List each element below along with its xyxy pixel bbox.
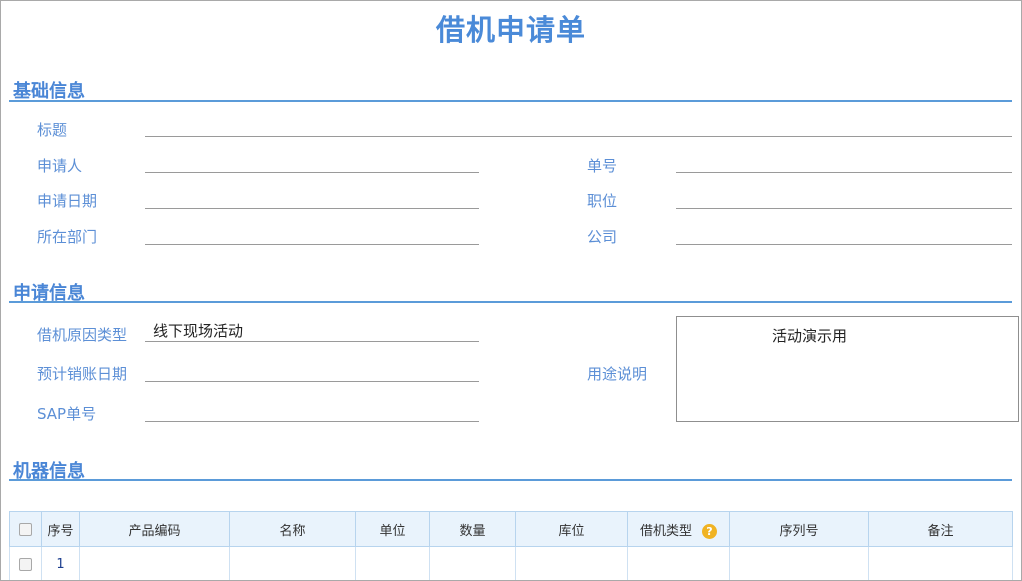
column-header-label: 借机类型 [639,523,692,539]
applicant-label: 申请人 [37,157,83,175]
column-header: 备注 [868,511,1013,547]
help-icon[interactable]: ? [702,523,717,539]
position-field[interactable] [676,187,1012,209]
department-field[interactable] [145,223,479,245]
borrow-type-cell[interactable] [627,546,730,580]
sap-field[interactable] [145,400,479,422]
title-field[interactable] [145,115,1012,137]
applicant-field[interactable] [145,151,479,173]
company-field[interactable] [676,223,1012,245]
column-header: 单位 [355,511,430,547]
apply-date-label: 申请日期 [37,192,98,210]
column-header: 序列号 [729,511,869,547]
form-title: 借机申请单 [435,13,586,47]
column-header: 产品编码 [79,511,230,547]
row-checkbox[interactable] [9,546,42,580]
table-header-row: 序号 产品编码 名称 单位 数量 库位 借机类型? 序列号 备注 [9,511,1013,547]
apply-date-field[interactable] [145,187,479,209]
column-header: 名称 [229,511,356,547]
product-code-cell[interactable] [79,546,230,580]
title-label: 标题 [37,121,68,139]
usage-label: 用途说明 [587,365,648,383]
location-cell[interactable] [515,546,628,580]
position-label: 职位 [587,192,618,210]
checkbox-icon [19,522,32,536]
company-label: 公司 [587,228,618,246]
remark-cell[interactable] [868,546,1013,580]
section-apply-divider [9,301,1012,303]
quantity-cell[interactable] [429,546,516,580]
column-header: 库位 [515,511,628,547]
write-off-date-label: 预计销账日期 [37,365,128,383]
select-all-checkbox[interactable] [9,511,42,547]
department-label: 所在部门 [37,228,98,246]
order-no-label: 单号 [587,157,618,175]
usage-textarea[interactable]: 活动演示用 [676,316,1019,422]
section-basic-divider [9,100,1012,102]
reason-type-label: 借机原因类型 [37,326,128,344]
order-no-field[interactable] [676,151,1012,173]
column-header-borrow-type: 借机类型? [627,511,730,547]
usage-text: 活动演示用 [772,327,848,345]
unit-cell[interactable] [355,546,430,580]
column-header: 数量 [429,511,516,547]
serial-number-cell[interactable] [729,546,869,580]
reason-type-field[interactable]: 线下现场活动 [145,320,479,342]
form-window: 借机申请单 基础信息 标题 申请人 单号 申请日期 职位 所在部门 公司 申请信… [0,0,1022,581]
table-row: 1 [9,546,1013,580]
checkbox-icon [19,557,32,571]
column-header: 序号 [41,511,80,547]
name-cell[interactable] [229,546,356,580]
row-index: 1 [41,546,80,580]
sap-label: SAP单号 [37,405,97,423]
write-off-date-field[interactable] [145,360,479,382]
section-machine-divider [9,479,1012,481]
machine-table: 序号 产品编码 名称 单位 数量 库位 借机类型? 序列号 备注 1 [9,511,1013,580]
